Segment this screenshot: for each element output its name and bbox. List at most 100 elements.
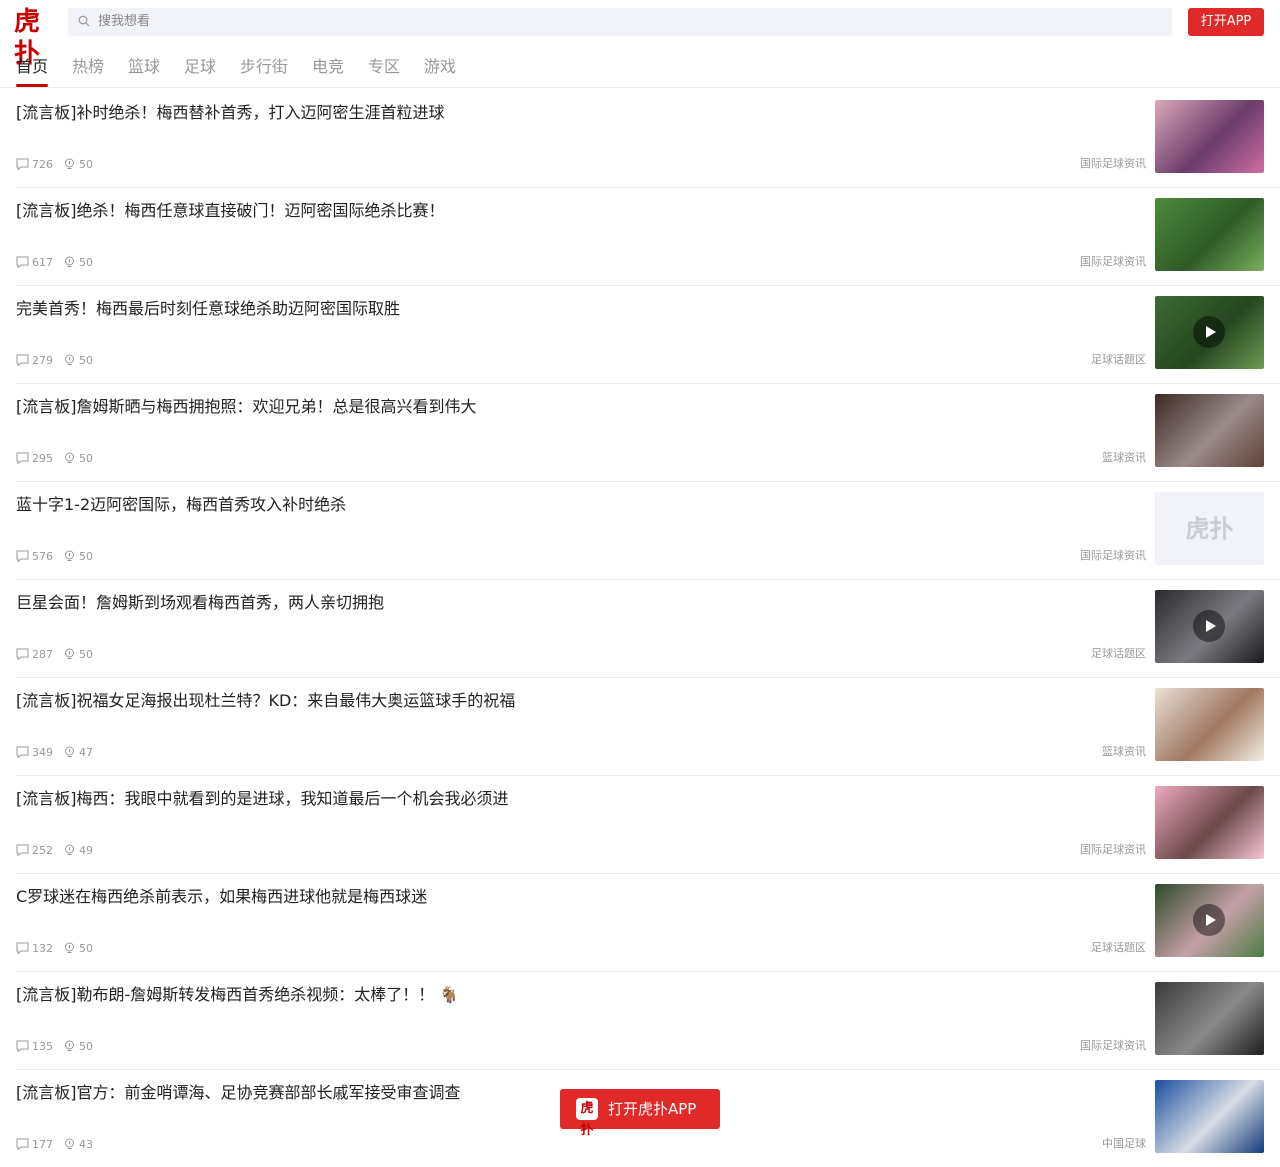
play-icon[interactable] xyxy=(1193,316,1225,348)
feed-item-source[interactable]: 国际足球资讯 xyxy=(1080,157,1146,171)
feed-item-title[interactable]: [流言板]詹姆斯晒与梅西拥抱照：欢迎兄弟！总是很高兴看到伟大 xyxy=(16,396,1136,418)
lightbulb-icon xyxy=(65,648,74,659)
open-hupu-app-floating-button[interactable]: 虎扑 打开虎扑APP xyxy=(560,1089,720,1138)
comment-icon xyxy=(16,844,29,857)
lightbulb-icon xyxy=(65,158,74,169)
play-icon[interactable] xyxy=(1193,610,1225,642)
comment-count: 726 xyxy=(32,158,53,171)
comment-icon xyxy=(16,256,29,269)
feed-item[interactable]: C罗球迷在梅西绝杀前表示，如果梅西进球他就是梅西球迷 132 50 足球话题区 xyxy=(0,874,1280,972)
feed-item-title[interactable]: [流言板]勒布朗-詹姆斯转发梅西首秀绝杀视频：太棒了！！ 🐐 xyxy=(16,984,1136,1006)
comment-icon xyxy=(16,452,29,465)
comment-icon xyxy=(16,942,29,955)
tab-hot[interactable]: 热榜 xyxy=(72,56,104,78)
feed-item[interactable]: [流言板]补时绝杀！梅西替补首秀，打入迈阿密生涯首粒进球 726 50 国际足球资讯 xyxy=(0,90,1280,188)
feed-item-thumbnail[interactable] xyxy=(1155,982,1264,1055)
feed-item-source[interactable]: 足球话题区 xyxy=(1091,647,1146,661)
tab-basketball[interactable]: 篮球 xyxy=(128,56,160,78)
feed-item-thumbnail[interactable] xyxy=(1155,786,1264,859)
feed-item-thumbnail[interactable] xyxy=(1155,1080,1264,1153)
feed-item-source[interactable]: 篮球资讯 xyxy=(1102,451,1146,465)
feed-item-thumbnail[interactable] xyxy=(1155,198,1264,271)
feed-item-thumbnail[interactable] xyxy=(1155,884,1264,957)
light-count: 50 xyxy=(79,942,93,955)
active-tab-indicator xyxy=(16,84,48,87)
comment-count: 252 xyxy=(32,844,53,857)
feed-item[interactable]: [流言板]绝杀！梅西任意球直接破门！迈阿密国际绝杀比赛！ 617 50 国际足球资讯 xyxy=(0,188,1280,286)
feed-item-source[interactable]: 足球话题区 xyxy=(1091,353,1146,367)
comment-count: 279 xyxy=(32,354,53,367)
feed-item[interactable]: 蓝十字1-2迈阿密国际，梅西首秀攻入补时绝杀 576 50 国际足球资讯 虎扑 xyxy=(0,482,1280,580)
nav-tabs: 首页 热榜 篮球 足球 步行街 电竞 专区 游戏 xyxy=(0,48,1280,88)
feed-item-thumbnail[interactable] xyxy=(1155,394,1264,467)
feed-item-thumbnail[interactable] xyxy=(1155,590,1264,663)
lightbulb-icon xyxy=(65,844,74,855)
search-placeholder: 搜我想看 xyxy=(98,14,151,29)
feed-item[interactable]: [流言板]勒布朗-詹姆斯转发梅西首秀绝杀视频：太棒了！！ 🐐 135 50 国际足球资… xyxy=(0,972,1280,1070)
feed-item-meta: 617 50 xyxy=(16,256,103,270)
tab-home[interactable]: 首页 xyxy=(16,56,48,78)
feed-item[interactable]: [流言板]祝福女足海报出现杜兰特？KD：来自最伟大奥运篮球手的祝福 349 47 篮球… xyxy=(0,678,1280,776)
lightbulb-icon xyxy=(65,550,74,561)
light-count: 50 xyxy=(79,256,93,269)
feed-item-meta: 287 50 xyxy=(16,648,103,662)
feed-item-source[interactable]: 国际足球资讯 xyxy=(1080,843,1146,857)
feed-item-meta: 132 50 xyxy=(16,942,103,956)
comment-count: 295 xyxy=(32,452,53,465)
feed-item-title[interactable]: [流言板]补时绝杀！梅西替补首秀，打入迈阿密生涯首粒进球 xyxy=(16,102,1136,124)
play-icon[interactable] xyxy=(1193,904,1225,936)
feed-item[interactable]: 巨星会面！詹姆斯到场观看梅西首秀，两人亲切拥抱 287 50 足球话题区 xyxy=(0,580,1280,678)
feed-item-title[interactable]: 完美首秀！梅西最后时刻任意球绝杀助迈阿密国际取胜 xyxy=(16,298,1136,320)
feed-item-meta: 349 47 xyxy=(16,746,103,760)
comment-count: 132 xyxy=(32,942,53,955)
feed-item-title[interactable]: C罗球迷在梅西绝杀前表示，如果梅西进球他就是梅西球迷 xyxy=(16,886,1136,908)
feed-item-meta: 576 50 xyxy=(16,550,103,564)
feed-item[interactable]: [流言板]詹姆斯晒与梅西拥抱照：欢迎兄弟！总是很高兴看到伟大 295 50 篮球资讯 xyxy=(0,384,1280,482)
feed-item[interactable]: 完美首秀！梅西最后时刻任意球绝杀助迈阿密国际取胜 279 50 足球话题区 xyxy=(0,286,1280,384)
light-count: 50 xyxy=(79,452,93,465)
comment-icon xyxy=(16,1138,29,1151)
feed-item-thumbnail[interactable] xyxy=(1155,100,1264,173)
feed-item-source[interactable]: 中国足球 xyxy=(1102,1137,1146,1151)
lightbulb-icon xyxy=(65,354,74,365)
feed-item-thumbnail[interactable]: 虎扑 xyxy=(1155,492,1264,565)
hupu-logo[interactable]: 虎扑 xyxy=(14,6,52,69)
feed-item-meta: 177 43 xyxy=(16,1138,103,1152)
comment-icon xyxy=(16,648,29,661)
tab-esports[interactable]: 电竞 xyxy=(312,56,344,78)
feed-item-title[interactable]: 蓝十字1-2迈阿密国际，梅西首秀攻入补时绝杀 xyxy=(16,494,1136,516)
feed-item-source[interactable]: 篮球资讯 xyxy=(1102,745,1146,759)
feed-item-source[interactable]: 国际足球资讯 xyxy=(1080,1039,1146,1053)
comment-count: 576 xyxy=(32,550,53,563)
comment-icon xyxy=(16,354,29,367)
feed-item-title[interactable]: 巨星会面！詹姆斯到场观看梅西首秀，两人亲切拥抱 xyxy=(16,592,1136,614)
search-input[interactable]: 搜我想看 xyxy=(68,8,1172,36)
feed-item-thumbnail[interactable] xyxy=(1155,688,1264,761)
tab-games[interactable]: 游戏 xyxy=(424,56,456,78)
feed-item-meta: 295 50 xyxy=(16,452,103,466)
feed-item[interactable]: [流言板]梅西：我眼中就看到的是进球，我知道最后一个机会我必须进 252 49 国际足… xyxy=(0,776,1280,874)
lightbulb-icon xyxy=(65,1138,74,1149)
feed-item-meta: 279 50 xyxy=(16,354,103,368)
feed-item-source[interactable]: 国际足球资讯 xyxy=(1080,549,1146,563)
lightbulb-icon xyxy=(65,1040,74,1051)
tab-street[interactable]: 步行街 xyxy=(240,56,288,78)
feed-item-meta: 726 50 xyxy=(16,158,103,172)
tab-zones[interactable]: 专区 xyxy=(368,56,400,78)
comment-count: 287 xyxy=(32,648,53,661)
tab-football[interactable]: 足球 xyxy=(184,56,216,78)
feed-item-meta: 252 49 xyxy=(16,844,103,858)
feed-item-source[interactable]: 国际足球资讯 xyxy=(1080,255,1146,269)
comment-count: 617 xyxy=(32,256,53,269)
light-count: 50 xyxy=(79,550,93,563)
placeholder-logo: 虎扑 xyxy=(1185,514,1234,543)
feed-item-title[interactable]: [流言板]梅西：我眼中就看到的是进球，我知道最后一个机会我必须进 xyxy=(16,788,1136,810)
feed-item-source[interactable]: 足球话题区 xyxy=(1091,941,1146,955)
light-count: 50 xyxy=(79,158,93,171)
feed-item-title[interactable]: [流言板]祝福女足海报出现杜兰特？KD：来自最伟大奥运篮球手的祝福 xyxy=(16,690,1136,712)
feed-item-thumbnail[interactable] xyxy=(1155,296,1264,369)
open-app-button[interactable]: 打开APP xyxy=(1188,8,1264,36)
search-icon xyxy=(78,15,90,27)
feed-item-title[interactable]: [流言板]绝杀！梅西任意球直接破门！迈阿密国际绝杀比赛！ xyxy=(16,200,1136,222)
feed-item-meta: 135 50 xyxy=(16,1040,103,1054)
